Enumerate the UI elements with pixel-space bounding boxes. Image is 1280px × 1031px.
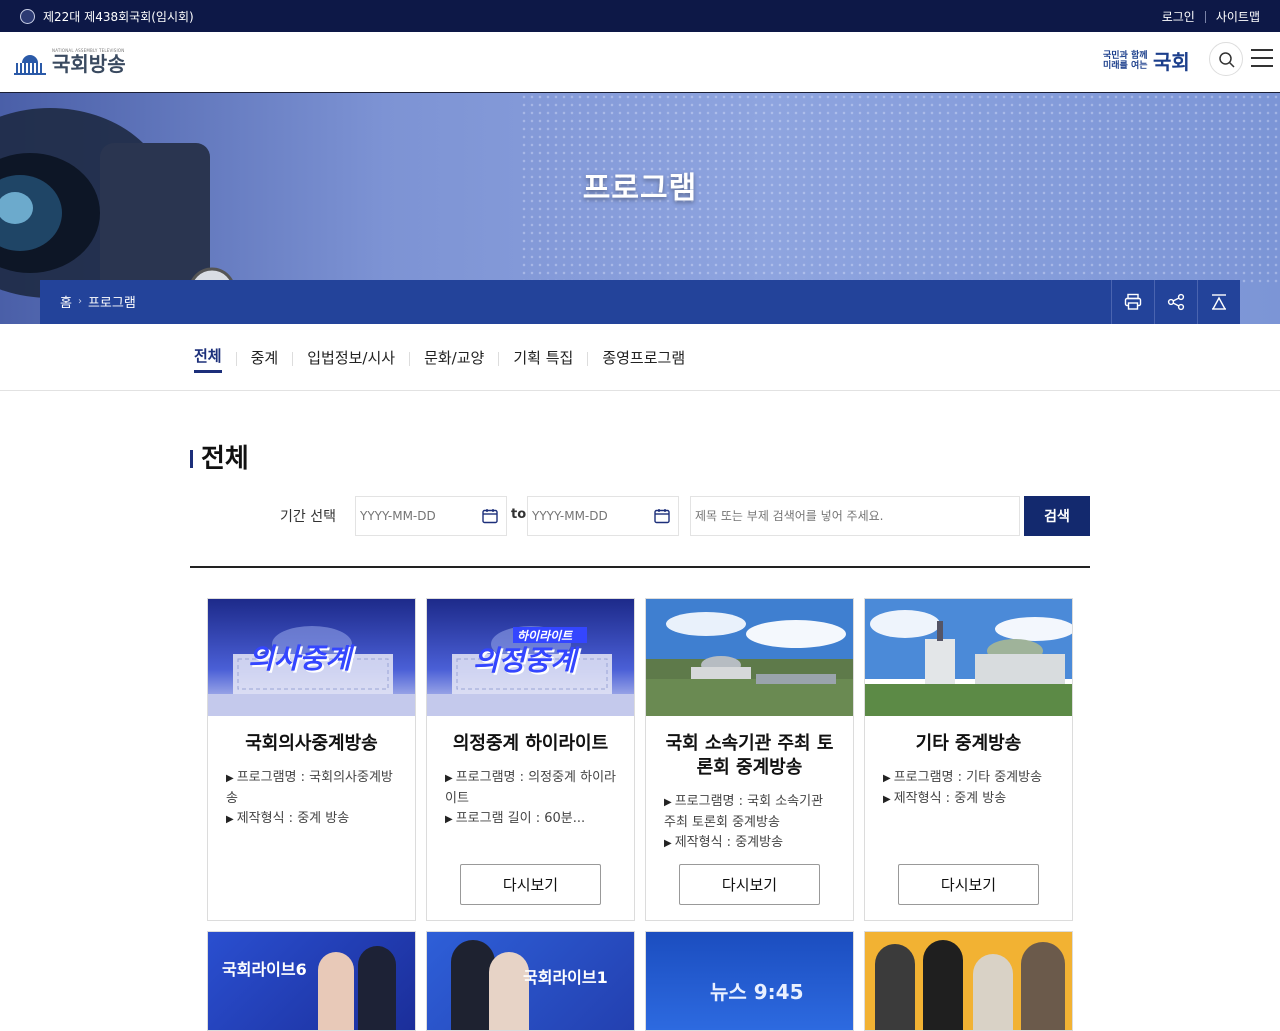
hamburger-menu-icon[interactable] bbox=[1251, 49, 1273, 67]
assembly-seal-icon bbox=[20, 9, 35, 24]
program-card[interactable] bbox=[864, 931, 1073, 1031]
logo-text: 국회방송 bbox=[52, 52, 126, 76]
program-detail: ▶ 제작형식 : 중계 방송 bbox=[226, 811, 350, 826]
program-details: ▶ 프로그램명 : 국회 소속기관 주최 토론회 중계방송 ▶ 제작형식 : 중계방… bbox=[664, 792, 837, 854]
sitemap-link[interactable]: 사이트맵 bbox=[1216, 8, 1260, 25]
period-label: 기간 선택 bbox=[280, 509, 336, 525]
program-card[interactable]: 국회 소속기관 주최 토론회 중계방송 ▶ 프로그램명 : 국회 소속기관 주최 … bbox=[645, 598, 854, 921]
program-details: ▶ 프로그램명 : 국회의사중계방송 ▶ 제작형식 : 중계 방송 bbox=[226, 768, 399, 830]
program-card[interactable]: 의사중계 국회의사중계방송 ▶ 프로그램명 : 국회의사중계방송 ▶ 제작형식 : … bbox=[207, 598, 416, 921]
thumbnail-title: 의사중계 bbox=[248, 642, 352, 675]
thumbnail-title: 뉴스 9:45 bbox=[710, 980, 804, 1004]
calendar-icon[interactable] bbox=[482, 508, 498, 524]
program-thumbnail[interactable] bbox=[865, 599, 1072, 716]
program-card[interactable]: 기타 중계방송 ▶ 프로그램명 : 기타 중계방송 ▶ 제작형식 : 중계 방송 다… bbox=[864, 598, 1073, 921]
breadcrumb: 홈 › 프로그램 bbox=[60, 292, 136, 311]
print-icon bbox=[1124, 293, 1142, 310]
program-detail: ▶ 프로그램명 : 기타 중계방송 bbox=[883, 770, 1043, 785]
print-button[interactable] bbox=[1111, 280, 1154, 324]
program-title[interactable]: 기타 중계방송 bbox=[879, 732, 1058, 756]
assembly-building-icon bbox=[14, 53, 46, 75]
replay-button[interactable]: 다시보기 bbox=[898, 864, 1039, 905]
tab-relay[interactable]: 중계 bbox=[251, 347, 308, 372]
program-detail: ▶ 프로그램 길이 : 60분... bbox=[445, 811, 586, 826]
scroll-top-button[interactable] bbox=[1197, 280, 1240, 324]
section-title: 전체 bbox=[190, 438, 249, 475]
program-detail: ▶ 프로그램명 : 국회 소속기관 주최 토론회 중계방송 bbox=[664, 794, 824, 830]
slogan-small: 국민과 함께 미래를 여는 bbox=[1103, 50, 1148, 71]
thumbnail-title: 의정중계 bbox=[473, 644, 577, 677]
page-title: 프로그램 bbox=[582, 171, 698, 206]
program-thumbnail[interactable] bbox=[646, 599, 853, 716]
date-range-to: to bbox=[511, 507, 527, 522]
session-text: 제22대 제438회국회(임시회) bbox=[43, 10, 194, 24]
program-card[interactable]: 뉴스 9:45 bbox=[645, 931, 854, 1031]
tab-ended[interactable]: 종영프로그램 bbox=[602, 347, 685, 372]
program-title[interactable]: 의정중계 하이라이트 bbox=[441, 732, 620, 756]
keyword-input[interactable] bbox=[691, 497, 1011, 535]
program-detail: ▶ 프로그램명 : 의정중계 하이라이트 bbox=[445, 770, 617, 806]
login-link[interactable]: 로그인 bbox=[1162, 8, 1195, 25]
program-card[interactable]: 하이라이트 의정중계 의정중계 하이라이트 ▶ 프로그램명 : 의정중계 하이라이… bbox=[426, 598, 635, 921]
replay-button[interactable]: 다시보기 bbox=[679, 864, 820, 905]
hero-banner: 프로그램 홈 › 프로그램 bbox=[0, 93, 1280, 324]
keyword-field[interactable] bbox=[690, 496, 1020, 536]
start-date-input[interactable] bbox=[356, 497, 474, 535]
program-details: ▶ 프로그램명 : 의정중계 하이라이트 ▶ 프로그램 길이 : 60분... bbox=[445, 768, 618, 830]
tab-special[interactable]: 기획 특집 bbox=[513, 347, 602, 372]
start-date-field[interactable] bbox=[355, 496, 507, 536]
program-detail: ▶ 제작형식 : 중계방송 bbox=[664, 835, 784, 850]
assembly-building-photo bbox=[646, 599, 853, 716]
breadcrumb-bar: 홈 › 프로그램 bbox=[40, 280, 1240, 324]
session-info: 제22대 제438회국회(임시회) bbox=[20, 8, 194, 25]
tab-culture[interactable]: 문화/교양 bbox=[424, 347, 513, 372]
section-divider bbox=[190, 566, 1090, 568]
top-bar: 제22대 제438회국회(임시회) 로그인 사이트맵 bbox=[0, 0, 1280, 32]
slogan-big: 국회 bbox=[1153, 50, 1190, 74]
calendar-icon[interactable] bbox=[654, 508, 670, 524]
share-icon bbox=[1167, 293, 1185, 311]
search-button[interactable] bbox=[1209, 42, 1243, 76]
program-card[interactable]: 국회라이브1 bbox=[426, 931, 635, 1031]
end-date-field[interactable] bbox=[527, 496, 679, 536]
breadcrumb-chevron-icon: › bbox=[77, 296, 82, 307]
link-divider bbox=[1204, 10, 1206, 23]
tab-legislation[interactable]: 입법정보/시사 bbox=[307, 347, 424, 372]
breadcrumb-home[interactable]: 홈 bbox=[60, 292, 72, 311]
assembly-slogan[interactable]: 국민과 함께 미래를 여는 국회 bbox=[1103, 46, 1190, 75]
program-card[interactable]: 국회라이브6 bbox=[207, 931, 416, 1031]
program-thumbnail[interactable]: 의사중계 bbox=[208, 599, 415, 716]
thumbnail-title: 국회라이브1 bbox=[523, 968, 608, 987]
program-title[interactable]: 국회 소속기관 주최 토론회 중계방송 bbox=[660, 732, 839, 780]
tab-all[interactable]: 전체 bbox=[194, 345, 251, 373]
program-title[interactable]: 국회의사중계방송 bbox=[222, 732, 401, 756]
thumbnail-title: 국회라이브6 bbox=[222, 960, 307, 979]
site-header: NATIONAL ASSEMBLY TELEVISION 국회방송 국민과 함께… bbox=[0, 32, 1280, 93]
title-accent-bar bbox=[190, 449, 193, 468]
section-title-text: 전체 bbox=[201, 444, 249, 474]
search-submit-button[interactable]: 검색 bbox=[1024, 496, 1090, 536]
end-date-input[interactable] bbox=[528, 497, 646, 535]
search-icon bbox=[1219, 52, 1235, 68]
top-links: 로그인 사이트맵 bbox=[1162, 8, 1260, 25]
replay-button[interactable]: 다시보기 bbox=[460, 864, 601, 905]
share-button[interactable] bbox=[1154, 280, 1197, 324]
arrow-up-icon bbox=[1212, 294, 1226, 310]
assembly-fountain-photo bbox=[865, 599, 1072, 716]
program-detail: ▶ 프로그램명 : 국회의사중계방송 bbox=[226, 770, 393, 806]
program-thumbnail[interactable]: 하이라이트 의정중계 bbox=[427, 599, 634, 716]
program-detail: ▶ 제작형식 : 중계 방송 bbox=[883, 791, 1007, 806]
program-details: ▶ 프로그램명 : 기타 중계방송 ▶ 제작형식 : 중계 방송 bbox=[883, 768, 1056, 810]
site-logo[interactable]: NATIONAL ASSEMBLY TELEVISION 국회방송 bbox=[14, 48, 126, 75]
breadcrumb-current[interactable]: 프로그램 bbox=[88, 292, 136, 311]
category-tabs: 전체 중계 입법정보/시사 문화/교양 기획 특집 종영프로그램 bbox=[0, 324, 1280, 391]
